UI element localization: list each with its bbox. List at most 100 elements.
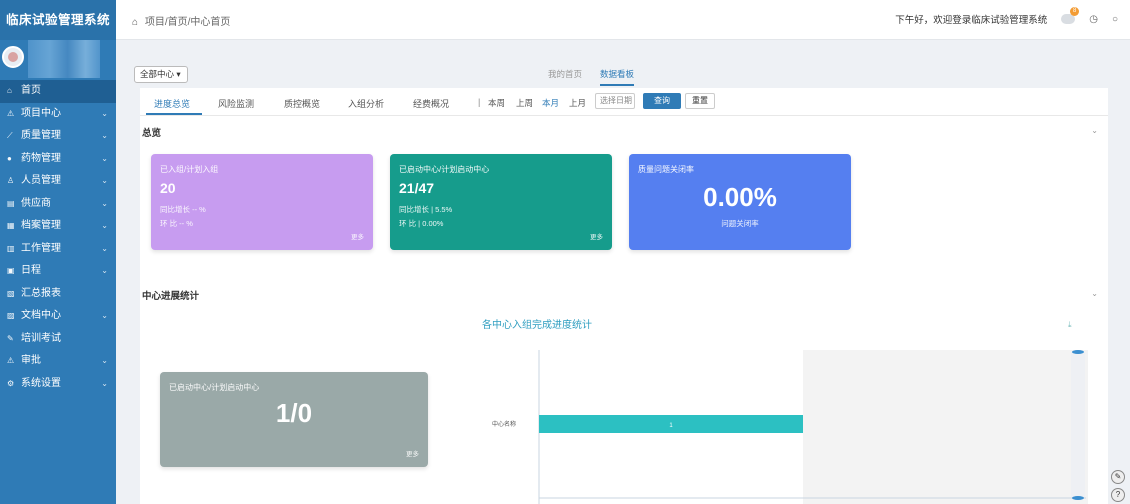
sidebar-item[interactable]: ⌂ 首页 — [0, 80, 116, 103]
avatar[interactable] — [2, 46, 24, 68]
sidebar-item-label: 日程 — [21, 265, 41, 276]
zoom-handle-bottom[interactable] — [1072, 496, 1084, 500]
center-started-card[interactable]: 已启动中心/计划启动中心 1/0 更多 — [160, 372, 428, 467]
card-value: 0.00% — [703, 182, 777, 212]
drop-icon: ● — [7, 153, 12, 163]
card-yoy: 同比增长 -- % — [160, 205, 206, 214]
sidebar-item[interactable]: ▥ 工作管理 ⌄ — [0, 238, 116, 261]
more-link[interactable]: 更多 — [351, 231, 364, 241]
folder-icon: ▦ — [7, 221, 15, 230]
center-select[interactable]: 全部中心 ▾ — [134, 66, 188, 83]
sidebar-item-label: 质量管理 — [21, 130, 61, 141]
query-button[interactable]: 查询 — [643, 93, 681, 109]
divider: | — [478, 97, 481, 107]
user-menu-icon[interactable]: ○ — [1112, 14, 1118, 25]
list-icon: ▤ — [7, 198, 15, 208]
zoom-handle-top[interactable] — [1072, 350, 1084, 354]
sidebar-item[interactable]: ♙ 人员管理 ⌄ — [0, 170, 116, 193]
sidebar-item-label: 审批 — [21, 355, 41, 366]
card-title: 质量问题关闭率 — [638, 165, 694, 174]
subtab-progress[interactable]: 进度总览 — [154, 97, 190, 110]
sidebar-item-label: 人员管理 — [21, 175, 61, 186]
range-this-month[interactable]: 本月 — [542, 97, 559, 109]
notification-badge: 8 — [1070, 7, 1080, 16]
collapse-icon[interactable]: ⌄ — [1091, 126, 1098, 135]
chevron-down-icon: ⌄ — [101, 198, 108, 208]
more-link[interactable]: 更多 — [406, 448, 419, 458]
overview-title: 总览 — [142, 128, 162, 139]
sidebar-item-label: 档案管理 — [21, 220, 61, 231]
card-value: 21/47 — [399, 180, 435, 196]
user-panel[interactable] — [0, 40, 116, 80]
top-tabs: 我的首页 数据看板 — [548, 68, 635, 86]
reset-button[interactable]: 重置 — [685, 93, 715, 109]
sidebar-item[interactable]: ⚙ 系统设置 ⌄ — [0, 373, 116, 396]
category-label: 中心名称 — [492, 422, 517, 428]
sidebar-item[interactable]: ▦ 档案管理 ⌄ — [0, 215, 116, 238]
sidebar-item-label: 工作管理 — [21, 242, 61, 254]
sidebar-item[interactable]: ▤ 供应商 ⌄ — [0, 193, 116, 216]
more-link[interactable]: 更多 — [590, 231, 603, 241]
sidebar-item[interactable]: ⟋ 质量管理 ⌄ — [0, 125, 116, 148]
card-title: 已启动中心/计划启动中心 — [169, 383, 260, 392]
center-progress-title: 中心进展统计 — [142, 291, 200, 302]
subtab-funding[interactable]: 经费概况 — [413, 97, 449, 110]
chevron-down-icon: ⌄ — [101, 311, 108, 320]
subtab-enrollment[interactable]: 入组分析 — [348, 97, 384, 110]
sidebar-item[interactable]: ⚠ 项目中心 ⌄ — [0, 103, 116, 126]
scroll-track[interactable] — [1071, 352, 1085, 497]
date-picker[interactable]: 选择日期 — [595, 93, 635, 109]
task-icon: ▥ — [7, 243, 15, 253]
sidebar-item-label: 项目中心 — [21, 107, 61, 119]
card-value: 1/0 — [275, 398, 313, 428]
help-icon[interactable]: ? — [1111, 488, 1125, 502]
report-icon: ▧ — [7, 288, 15, 298]
sidebar-item-label: 供应商 — [21, 197, 51, 209]
fullscreen-icon[interactable]: ◷ — [1089, 14, 1098, 25]
sidebar-item[interactable]: ⚠ 审批 ⌄ — [0, 350, 116, 373]
topbar: ⌂ 项目/首页/中心首页 下午好，欢迎登录临床试验管理系统 8 ◷ ○ — [116, 0, 1130, 40]
sidebar-item[interactable]: ● 药物管理 ⌄ — [0, 148, 116, 171]
chart-download-icon[interactable]: ⤓ — [1068, 320, 1072, 330]
home-icon[interactable]: ⌂ — [132, 17, 138, 28]
card-mom: 环 比 -- % — [160, 219, 193, 228]
card-title: 已入组/计划入组 — [160, 165, 219, 174]
tab-data-board[interactable]: 数据看板 — [600, 68, 635, 86]
collapse-icon[interactable]: ⌄ — [1091, 289, 1098, 298]
sidebar-item-label: 药物管理 — [21, 152, 61, 164]
subtab-risk[interactable]: 风险监测 — [218, 97, 254, 110]
card-yoy: 同比增长 | 5.5% — [399, 205, 453, 214]
sidebar-item-label: 培训考试 — [21, 332, 61, 344]
breadcrumb-text: 项目/首页/中心首页 — [144, 17, 231, 28]
sidebar: 临床试验管理系统 ⌂ 首页 ⚠ 项目中心 ⌄ ⟋ 质量管理 ⌄ ● 药物管理 ⌄ ♙ 人员管理 ⌄ ▤ 供应商… — [0, 0, 116, 504]
chevron-down-icon: ⌄ — [101, 356, 108, 365]
range-this-week[interactable]: 本周 — [488, 97, 505, 109]
sidebar-item[interactable]: ✎ 培训考试 — [0, 328, 116, 351]
range-last-month[interactable]: 上月 — [569, 97, 586, 109]
card-caption: 问题关闭率 — [721, 219, 759, 228]
breadcrumb: ⌂ 项目/首页/中心首页 — [132, 13, 230, 28]
tab-my-home[interactable]: 我的首页 — [548, 68, 582, 86]
card-mom: 环 比 | 0.00% — [399, 219, 444, 228]
card-title: 已启动中心/计划启动中心 — [399, 165, 490, 174]
app-title: 临床试验管理系统 — [0, 0, 116, 40]
sidebar-item[interactable]: ▣ 日程 ⌄ — [0, 260, 116, 283]
notification-toggle[interactable]: 8 — [1061, 7, 1080, 24]
warning-icon: ⚠ — [7, 108, 15, 118]
sidebar-item[interactable]: ▧ 汇总报表 — [0, 283, 116, 306]
range-last-week[interactable]: 上周 — [516, 97, 533, 109]
sidebar-item[interactable]: ▨ 文档中心 ⌄ — [0, 305, 116, 328]
active-tab-indicator — [146, 113, 202, 115]
chart-shade — [803, 350, 1088, 504]
home-icon: ⌂ — [7, 86, 12, 95]
issue-close-card[interactable]: 质量问题关闭率 0.00% 问题关闭率 — [629, 154, 851, 250]
subtab-quality[interactable]: 质控概览 — [284, 97, 320, 110]
user-info-redacted — [28, 40, 100, 78]
chevron-down-icon: ⌄ — [101, 108, 108, 118]
sidebar-item-label: 首页 — [21, 85, 41, 96]
card-value: 20 — [160, 180, 176, 196]
centers-started-card[interactable]: 已启动中心/计划启动中心 21/47 同比增长 | 5.5% 环 比 | 0.0… — [390, 154, 612, 250]
sub-tabs: 进度总览 风险监测 质控概览 入组分析 经费概况 | 本周 上周 本月 上月 选… — [140, 88, 1108, 116]
chat-icon[interactable]: ✎ — [1111, 470, 1125, 484]
enrolled-card[interactable]: 已入组/计划入组 20 同比增长 -- % 环 比 -- % 更多 — [151, 154, 373, 250]
